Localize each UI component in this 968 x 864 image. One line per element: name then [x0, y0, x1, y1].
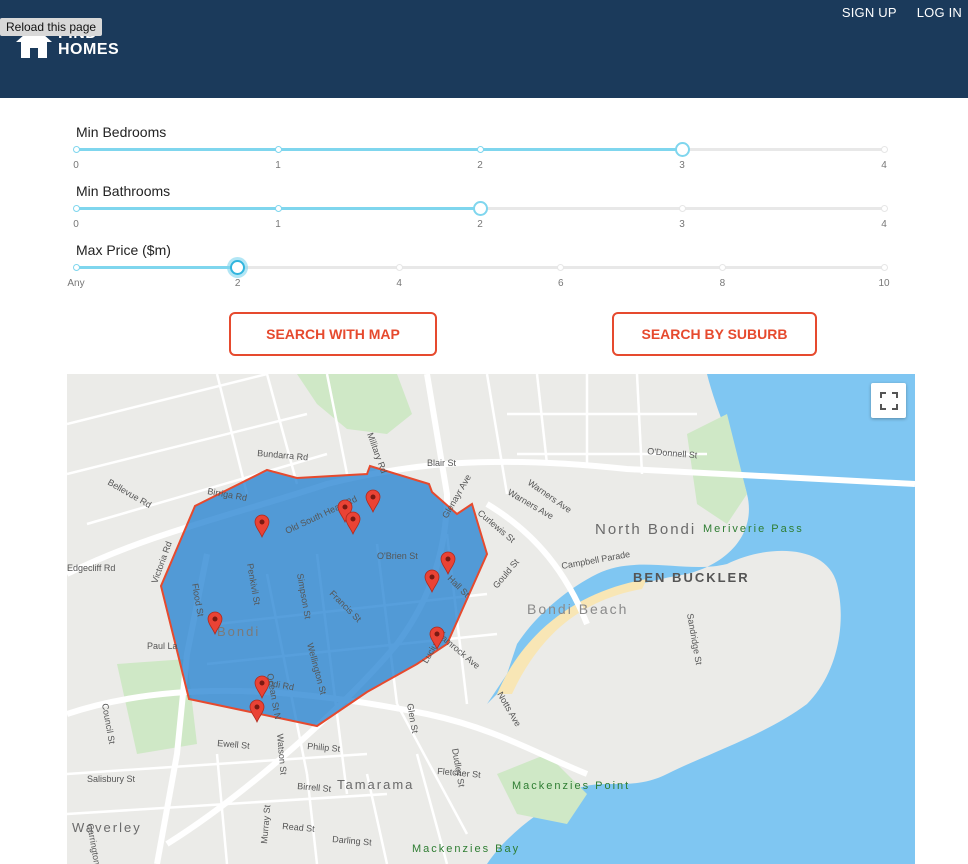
place-label: Waverley [72, 820, 142, 835]
place-label: Meriverie Pass [703, 523, 804, 535]
max-price-dot[interactable] [718, 264, 726, 271]
fullscreen-button[interactable] [871, 383, 906, 418]
place-label: Tamarama [337, 777, 414, 792]
min-bathrooms-ticks: 0 1 2 3 4 [73, 217, 887, 231]
street-label: Edgecliff Rd [67, 563, 115, 573]
min-bathrooms-tick-label: 4 [881, 219, 887, 230]
min-bedrooms-ticks: 0 1 2 3 4 [73, 158, 887, 172]
min-bedrooms-label: Min Bedrooms [76, 124, 167, 140]
min-bedrooms-tick-label: 2 [477, 160, 483, 171]
max-price-tick-label: 2 [234, 278, 241, 289]
top-nav: SIGN UP LOG IN [842, 5, 962, 20]
min-bedrooms-dot[interactable] [476, 146, 484, 153]
place-label: Mackenzies Point [512, 780, 630, 792]
min-bathrooms-label: Min Bathrooms [76, 183, 171, 199]
min-bathrooms-dot[interactable] [274, 205, 282, 212]
max-price-dot[interactable] [72, 264, 80, 271]
max-price-fill [76, 266, 238, 269]
max-price-tick-label: 10 [878, 278, 890, 289]
fullscreen-icon [879, 391, 898, 410]
search-with-map-button[interactable]: SEARCH WITH MAP [229, 312, 437, 356]
min-bathrooms-slider[interactable] [72, 201, 888, 217]
max-price-tick-label: 6 [558, 278, 564, 289]
street-label: Salisbury St [87, 774, 136, 784]
min-bathrooms-tick-label: 1 [275, 219, 281, 230]
street-label: O'Brien St [377, 551, 418, 561]
map[interactable]: Blair St Hall St Old South Head Rd Bondi Rd… [67, 374, 915, 864]
max-price-dot[interactable] [395, 264, 403, 271]
place-label: Bondi Beach [527, 601, 628, 617]
max-price-slider-group: Max Price ($m) Any 2 4 6 8 10 [67, 242, 889, 290]
max-price-tick-label: Any [67, 278, 85, 289]
min-bathrooms-tick-label: 3 [679, 219, 685, 230]
min-bathrooms-tick-label: 0 [73, 219, 79, 230]
max-price-dot[interactable] [557, 264, 565, 271]
min-bathrooms-handle[interactable] [472, 201, 488, 216]
max-price-tick-label: 8 [719, 278, 726, 289]
max-price-label: Max Price ($m) [76, 242, 171, 258]
max-price-ticks: Any 2 4 6 8 10 [67, 276, 889, 290]
place-label: Mackenzies Bay [412, 843, 520, 855]
min-bedrooms-slider-group: Min Bedrooms 0 1 2 3 4 [72, 124, 888, 172]
max-price-dot[interactable] [880, 264, 888, 271]
min-bedrooms-tick-label: 0 [73, 160, 79, 171]
search-by-suburb-button[interactable]: SEARCH BY SUBURB [612, 312, 817, 356]
min-bedrooms-tick-label: 4 [881, 160, 887, 171]
street-label: Paul La [147, 641, 178, 651]
signup-link[interactable]: SIGN UP [842, 5, 897, 20]
reload-tooltip: Reload this page [0, 18, 103, 36]
min-bathrooms-slider-group: Min Bathrooms 0 1 2 3 4 [72, 183, 888, 231]
max-price-slider[interactable] [72, 260, 888, 276]
max-price-handle[interactable] [230, 260, 246, 275]
min-bedrooms-slider[interactable] [72, 142, 888, 158]
min-bedrooms-dot[interactable] [880, 146, 888, 153]
map-canvas[interactable]: Blair StHall StOld South Head RdBondi Rd… [67, 374, 915, 864]
place-label: BEN BUCKLER [633, 570, 750, 585]
min-bedrooms-handle[interactable] [674, 142, 690, 157]
min-bathrooms-dot[interactable] [678, 205, 686, 212]
street-label: Blair St [427, 458, 457, 468]
login-link[interactable]: LOG IN [917, 5, 962, 20]
min-bedrooms-dot[interactable] [72, 146, 80, 153]
min-bedrooms-tick-label: 1 [275, 160, 281, 171]
logo-line2: HOMES [58, 41, 120, 58]
place-label: North Bondi [595, 521, 696, 538]
min-bathrooms-tick-label: 2 [477, 219, 483, 230]
max-price-tick-label: 4 [396, 278, 402, 289]
min-bedrooms-dot[interactable] [274, 146, 282, 153]
min-bedrooms-tick-label: 3 [679, 160, 685, 171]
min-bedrooms-fill [76, 148, 682, 151]
app-header: Reload this page FIND HOMES SIGN UP LOG … [0, 0, 968, 98]
place-label: Bondi [217, 624, 260, 639]
min-bathrooms-dot[interactable] [880, 205, 888, 212]
min-bathrooms-dot[interactable] [72, 205, 80, 212]
